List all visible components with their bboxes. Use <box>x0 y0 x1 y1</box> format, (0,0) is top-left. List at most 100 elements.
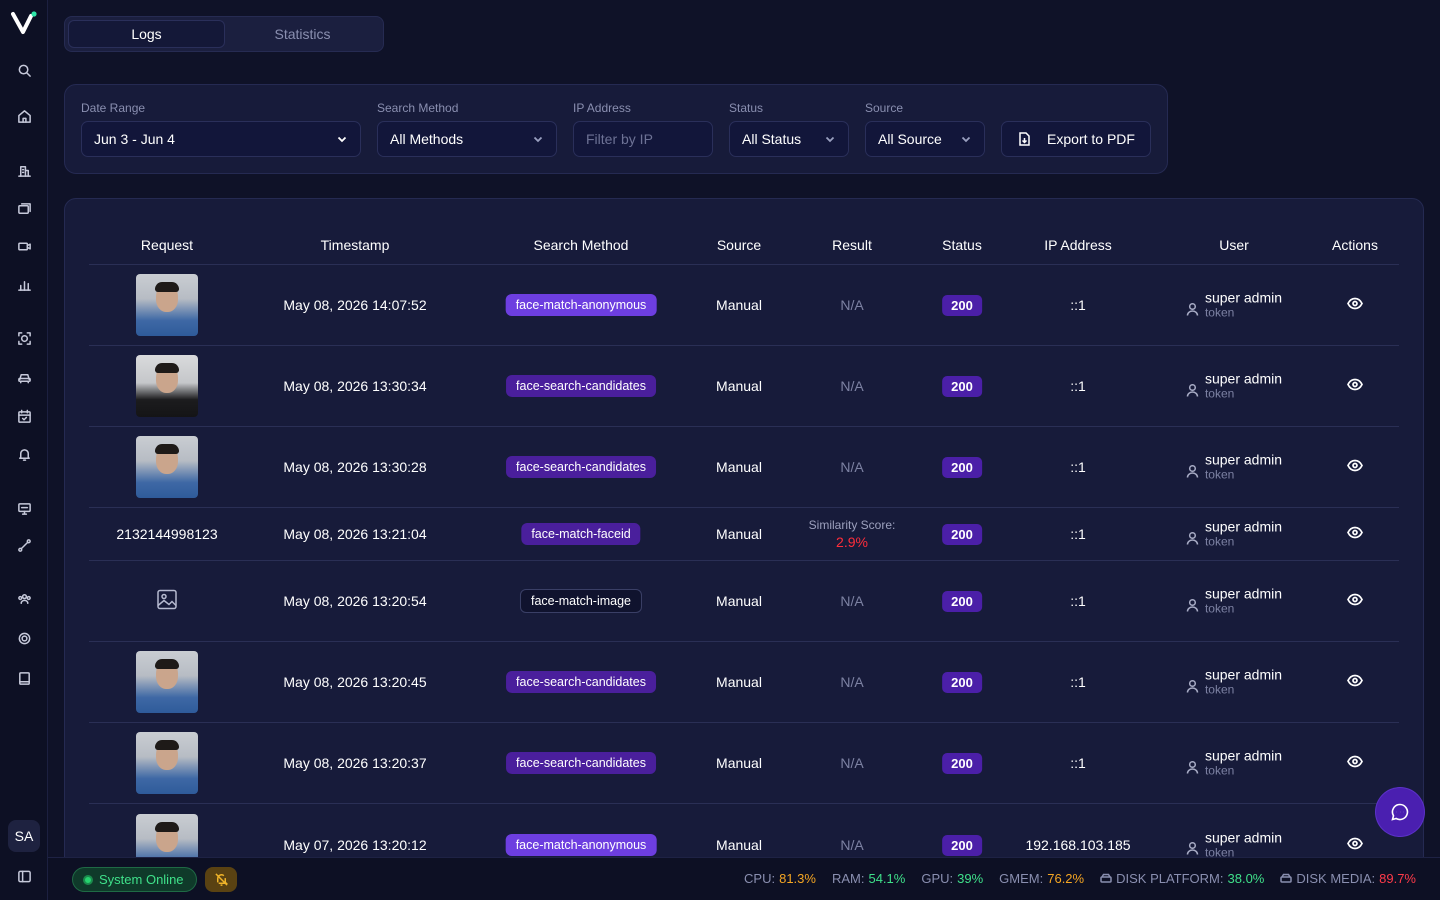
search-icon[interactable] <box>14 60 34 80</box>
table-row[interactable]: 2132144998123 May 08, 2026 13:21:04 face… <box>89 508 1399 561</box>
view-details-button[interactable] <box>1347 296 1363 315</box>
table-row[interactable]: May 08, 2026 13:20:45 face-search-candid… <box>89 642 1399 723</box>
request-face-photo[interactable] <box>136 274 198 336</box>
view-details-button[interactable] <box>1347 835 1363 854</box>
bell-icon[interactable] <box>14 444 34 464</box>
table-row[interactable]: May 08, 2026 13:20:37 face-search-candid… <box>89 723 1399 804</box>
chat-button[interactable] <box>1376 788 1424 836</box>
ip-address-input[interactable] <box>586 131 700 147</box>
gmem-value: 76.2% <box>1047 871 1085 886</box>
book-icon[interactable] <box>14 668 34 688</box>
source-select[interactable]: All Source <box>865 121 985 157</box>
user-cell: super admin token <box>1186 586 1282 617</box>
search-method-badge: face-search-candidates <box>506 671 656 693</box>
face-scan-icon[interactable] <box>14 328 34 348</box>
ip-cell: ::1 <box>1070 755 1086 771</box>
table-row[interactable]: May 08, 2026 13:20:54 face-match-image M… <box>89 561 1399 642</box>
header-source: Source <box>716 237 762 253</box>
monitor-icon[interactable] <box>14 498 34 518</box>
request-face-photo[interactable] <box>136 732 198 794</box>
search-method-badge: face-search-candidates <box>506 456 656 478</box>
user-name: super admin <box>1204 451 1283 468</box>
eye-icon <box>1347 459 1363 472</box>
result-cell: N/A <box>840 674 864 690</box>
header-timestamp: Timestamp <box>320 237 390 253</box>
notifications-muted-button[interactable] <box>205 867 237 892</box>
request-cell <box>136 274 198 336</box>
hard-drive-icon <box>1280 873 1293 883</box>
source-cell: Manual <box>716 526 762 542</box>
status-cell: 200 <box>942 672 982 693</box>
source-label: Source <box>865 101 904 115</box>
settings-gear-icon[interactable] <box>14 628 34 648</box>
status-badge: 200 <box>942 457 982 478</box>
status-badge: 200 <box>942 672 982 693</box>
car-icon[interactable] <box>14 367 34 387</box>
home-icon[interactable] <box>14 106 34 126</box>
source-cell: Manual <box>716 297 762 313</box>
sidebar-toggle-icon[interactable] <box>14 866 34 886</box>
search-method-cell: face-search-candidates <box>506 375 656 397</box>
user-auth-type: token <box>1204 534 1235 549</box>
user-icon <box>1186 760 1199 774</box>
user-cell: super admin token <box>1186 748 1282 779</box>
status-value: All Status <box>742 131 802 147</box>
table-row[interactable]: May 08, 2026 13:30:34 face-search-candid… <box>89 346 1399 427</box>
source-value: All Source <box>878 131 942 147</box>
analytics-icon[interactable] <box>14 274 34 294</box>
calendar-icon[interactable] <box>14 406 34 426</box>
user-avatar[interactable]: SA <box>8 820 40 852</box>
date-range-label: Date Range <box>81 101 146 115</box>
app-logo[interactable] <box>11 10 37 36</box>
table-row[interactable]: May 08, 2026 14:07:52 face-match-anonymo… <box>89 265 1399 346</box>
user-cell: super admin token <box>1186 829 1282 860</box>
view-details-button[interactable] <box>1347 525 1363 544</box>
user-name: super admin <box>1204 666 1283 683</box>
table-header: Request Timestamp Search Method Source R… <box>89 225 1399 265</box>
search-method-label: Search Method <box>377 101 459 115</box>
gallery-icon[interactable] <box>14 198 34 218</box>
ip-cell: 192.168.103.185 <box>1025 836 1131 853</box>
search-method-select[interactable]: All Methods <box>377 121 557 157</box>
status-select[interactable]: All Status <box>729 121 849 157</box>
view-details-button[interactable] <box>1347 377 1363 396</box>
disk-platform-label: DISK PLATFORM: <box>1116 871 1224 886</box>
system-status-badge[interactable]: System Online <box>72 867 197 892</box>
ip-address-label: IP Address <box>573 101 631 115</box>
users-group-icon[interactable] <box>14 588 34 608</box>
view-details-button[interactable] <box>1347 458 1363 477</box>
view-details-button[interactable] <box>1347 592 1363 611</box>
request-face-photo[interactable] <box>136 651 198 713</box>
ram-label: RAM: <box>831 871 865 886</box>
user-icon <box>1186 679 1199 693</box>
tab-logs[interactable]: Logs <box>68 20 225 48</box>
request-face-photo[interactable] <box>136 436 198 498</box>
video-camera-icon[interactable] <box>14 236 34 256</box>
status-bar: System Online CPU: 81.3% RAM: 54.1% GPU: 39… <box>48 857 1440 900</box>
user-auth-type: token <box>1204 682 1235 697</box>
request-face-photo[interactable] <box>136 355 198 417</box>
timestamp-cell: May 08, 2026 13:21:04 <box>283 526 427 542</box>
view-details-button[interactable] <box>1347 754 1363 773</box>
search-method-badge: face-match-anonymous <box>505 833 657 856</box>
table-row[interactable]: May 08, 2026 13:30:28 face-search-candid… <box>89 427 1399 508</box>
status-badge: 200 <box>942 753 982 774</box>
building-icon[interactable] <box>14 160 34 180</box>
status-cell: 200 <box>942 591 982 612</box>
export-pdf-button[interactable]: Export to PDF <box>1001 121 1151 157</box>
status-badge: 200 <box>942 376 982 397</box>
header-ip-address: IP Address <box>1044 237 1112 253</box>
date-range-select[interactable]: Jun 3 - Jun 4 <box>81 121 361 157</box>
source-cell: Manual <box>716 674 762 690</box>
tab-statistics[interactable]: Statistics <box>225 20 380 48</box>
similarity-score-value: 2.9% <box>836 534 868 550</box>
hard-drive-icon <box>1100 873 1112 883</box>
similarity-score-label: Similarity Score: <box>808 518 896 532</box>
route-icon[interactable] <box>14 535 34 555</box>
user-cell: super admin token <box>1186 452 1282 483</box>
status-cell: 200 <box>942 295 982 316</box>
user-icon <box>1186 531 1199 545</box>
view-details-button[interactable] <box>1347 673 1363 692</box>
timestamp-cell: May 08, 2026 13:20:37 <box>283 755 427 771</box>
request-cell <box>136 436 198 498</box>
